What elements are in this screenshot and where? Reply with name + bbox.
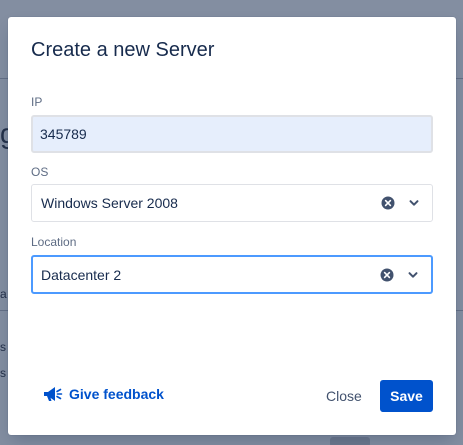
os-select-value: Windows Server 2008 — [41, 195, 178, 211]
location-select-value: Datacenter 2 — [41, 266, 122, 283]
clear-circle-icon — [380, 268, 394, 281]
os-dropdown-button[interactable] — [402, 191, 426, 215]
clear-circle-icon — [381, 196, 395, 210]
megaphone-icon — [44, 387, 63, 401]
give-feedback-link[interactable]: Give feedback — [43, 385, 164, 403]
location-select[interactable]: Datacenter 2 — [31, 255, 433, 294]
dialog-title: Create a new Server — [31, 39, 215, 61]
ip-input[interactable] — [31, 115, 433, 153]
clear-location-button[interactable] — [375, 263, 399, 287]
chevron-down-icon — [408, 271, 418, 278]
chevron-down-icon — [409, 200, 419, 206]
create-server-dialog: Create a new Server IP OS Windows Server… — [8, 17, 456, 435]
os-select[interactable]: Windows Server 2008 — [31, 184, 433, 222]
feedback-label: Give feedback — [69, 386, 164, 402]
clear-os-button[interactable] — [376, 191, 400, 215]
save-button[interactable]: Save — [380, 380, 433, 412]
close-button[interactable]: Close — [317, 380, 371, 412]
os-label: OS — [31, 165, 49, 179]
location-label: Location — [31, 235, 77, 249]
ip-label: IP — [31, 95, 43, 109]
location-dropdown-button[interactable] — [401, 263, 425, 287]
